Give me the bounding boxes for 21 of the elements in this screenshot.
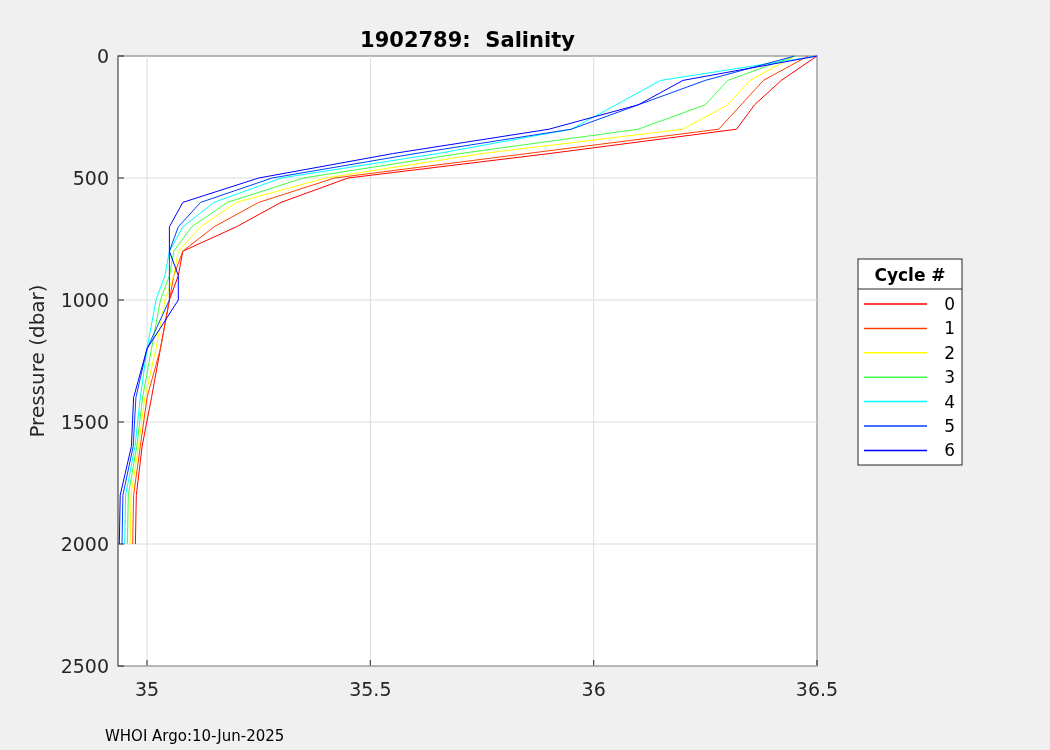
y-tick-label: 2000: [60, 533, 109, 555]
legend-label: 1: [944, 318, 955, 339]
y-axis-label: Pressure (dbar): [25, 284, 49, 438]
y-tick-label: 1500: [60, 411, 109, 433]
legend-label: 5: [944, 416, 955, 436]
y-tick-label: 0: [96, 45, 109, 67]
x-tick-label: 36.5: [795, 678, 839, 700]
legend-label: 0: [944, 294, 955, 314]
x-tick-label: 35.5: [349, 678, 392, 700]
x-tick-label: 36: [581, 678, 606, 700]
x-tick-label: 35: [134, 678, 160, 700]
legend-label: 2: [944, 342, 955, 363]
y-tick-label: 1000: [60, 289, 109, 311]
y-tick-label: 2500: [60, 655, 109, 677]
y-tick-label: 500: [72, 167, 109, 189]
legend-title: Cycle #: [874, 265, 946, 285]
chart-title: 1902789: Salinity: [360, 28, 575, 52]
legend-label: 4: [944, 391, 955, 412]
legend-label: 3: [944, 367, 955, 388]
legend-label: 6: [944, 440, 955, 461]
footer-text: WHOI Argo:10-Jun-2025: [105, 727, 285, 745]
